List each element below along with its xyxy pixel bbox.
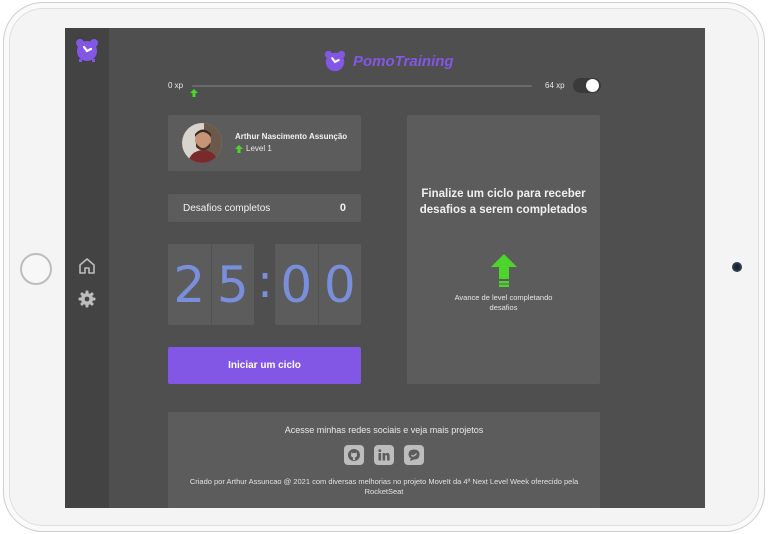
sidebar (65, 28, 109, 508)
device-home-button[interactable] (20, 253, 52, 285)
completed-challenges-count: 0 (339, 202, 346, 214)
level-up-arrow-icon (235, 144, 243, 153)
chat-icon[interactable] (404, 445, 424, 465)
timer-digit: 5 (210, 244, 255, 325)
timer-seconds: 0 0 (275, 244, 361, 325)
footer-credits: Criado por Arthur Assuncao @ 2021 com di… (189, 477, 579, 496)
level-indicator: Level 1 (235, 144, 272, 153)
footer-title: Acesse minhas redes sociais e veja mais … (284, 425, 484, 435)
timer-digit: 0 (317, 244, 362, 325)
completed-challenges-card: Desafios completos 0 (168, 194, 361, 222)
theme-toggle[interactable] (573, 78, 601, 93)
challenge-panel-subtitle: Avance de level completando desafios (454, 293, 553, 312)
timer-digit: 0 (280, 255, 313, 314)
gear-icon[interactable] (78, 290, 96, 308)
user-name: Arthur Nascimento Assunção (235, 132, 348, 141)
alarm-clock-logo-icon[interactable] (74, 37, 100, 63)
xp-progress-bar (192, 85, 532, 87)
alarm-clock-logo-icon (324, 50, 346, 72)
social-footer: Acesse minhas redes sociais e veja mais … (168, 412, 600, 508)
linkedin-icon[interactable] (374, 445, 394, 465)
device-camera (732, 262, 742, 272)
brand-name: PomoTraining (353, 52, 454, 70)
start-cycle-button[interactable]: Iniciar um ciclo (168, 347, 361, 384)
challenge-panel: Finalize um ciclo para receber desafios … (407, 115, 600, 384)
level-label: Level 1 (246, 144, 272, 153)
tablet-frame: PomoTraining 0 xp 64 xp Arthur Nasciment… (3, 2, 765, 532)
completed-challenges-label: Desafios completos (183, 203, 271, 214)
timer-digit: 2 (173, 255, 206, 314)
avatar (182, 123, 222, 163)
level-up-arrow-icon (190, 89, 198, 97)
xp-start-label: 0 xp (168, 81, 184, 90)
xp-end-label: 64 xp (545, 81, 565, 90)
profile-card: Arthur Nascimento Assunção Level 1 (168, 115, 361, 171)
main-content: PomoTraining 0 xp 64 xp Arthur Nasciment… (109, 28, 705, 508)
home-icon[interactable] (78, 257, 96, 275)
timer-minutes: 2 5 (168, 244, 254, 325)
timer-separator: : (257, 254, 273, 308)
level-up-icon (491, 254, 517, 287)
app-screen: PomoTraining 0 xp 64 xp Arthur Nasciment… (65, 28, 705, 508)
countdown-timer: 2 5 : 0 0 (168, 244, 361, 325)
github-icon[interactable] (344, 445, 364, 465)
brand-header: PomoTraining (323, 48, 454, 74)
theme-toggle-knob (586, 79, 599, 92)
avatar-photo-icon (182, 123, 222, 163)
challenge-panel-title: Finalize um ciclo para receber desafios … (419, 188, 588, 216)
